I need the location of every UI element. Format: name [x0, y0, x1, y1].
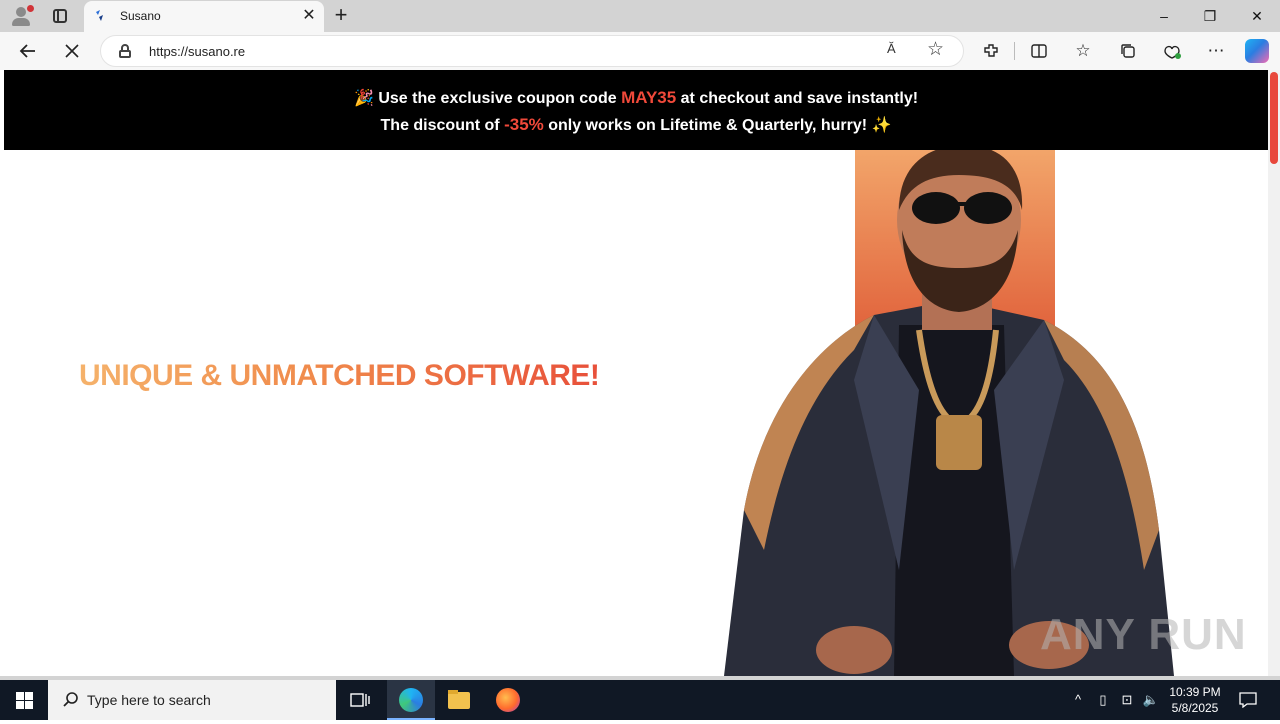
promo-line-1: 🎉 Use the exclusive coupon code MAY35 at… — [4, 88, 1268, 108]
file-explorer-icon[interactable] — [435, 680, 483, 720]
promo-line-2: The discount of -35% only works on Lifet… — [4, 115, 1268, 135]
clock-time: 10:39 PM — [1169, 685, 1221, 699]
system-clock[interactable]: 10:39 PM 5/8/2025 — [1160, 684, 1230, 716]
network-icon[interactable]: ⊡ — [1116, 680, 1138, 720]
browser-tab-susano[interactable]: Susano ✕ — [84, 1, 324, 32]
task-view-icon[interactable] — [336, 680, 384, 720]
favorite-star-icon[interactable]: ☆ — [927, 38, 944, 61]
promo-line-2-post: only works on Lifetime & Quarterly, hurr… — [548, 117, 868, 134]
page-viewport: 🎉 Use the exclusive coupon code MAY35 at… — [4, 70, 1268, 676]
windows-taskbar: Type here to search ^ ▯ ⊡ 🔈 10:39 PM 5/8… — [0, 680, 1280, 720]
tab-title: Susano — [120, 9, 161, 23]
split-screen-icon[interactable] — [1025, 37, 1053, 65]
tab-actions-icon[interactable] — [48, 5, 72, 27]
stop-loading-icon[interactable] — [58, 37, 86, 65]
profile-icon[interactable] — [8, 4, 34, 28]
url-text[interactable]: https://susano.re — [149, 44, 245, 59]
search-icon — [63, 692, 78, 707]
page-scrollbar[interactable] — [1268, 70, 1280, 676]
party-emoji-icon: 🎉 — [353, 90, 374, 107]
extensions-icon[interactable] — [977, 37, 1005, 65]
sparkles-emoji-icon: ✨ — [871, 117, 892, 134]
promo-line-1-pre: Use the exclusive coupon code — [378, 90, 617, 107]
copilot-icon[interactable] — [1245, 39, 1269, 63]
clock-date: 5/8/2025 — [1171, 701, 1219, 715]
back-arrow-icon[interactable] — [14, 37, 42, 65]
toolbar-divider — [1014, 42, 1015, 60]
coupon-code: MAY35 — [621, 88, 677, 107]
susano-favicon-icon — [96, 10, 103, 21]
anyrun-watermark: ANY RUN — [1040, 610, 1247, 659]
favorites-icon[interactable]: ☆ — [1069, 37, 1097, 65]
volume-icon[interactable]: 🔈 — [1140, 680, 1162, 720]
promo-line-1-post: at checkout and save instantly! — [680, 90, 919, 107]
close-window-button[interactable]: ✕ — [1234, 0, 1280, 32]
search-placeholder: Type here to search — [87, 692, 211, 708]
start-button[interactable] — [0, 680, 48, 720]
taskbar-search-box[interactable]: Type here to search — [48, 680, 336, 720]
scrollbar-thumb[interactable] — [1270, 72, 1278, 164]
tab-close-icon[interactable]: ✕ — [300, 7, 318, 25]
address-bar[interactable]: https://susano.re Ă ☆ — [100, 35, 964, 67]
notifications-icon[interactable] — [1236, 680, 1260, 720]
browser-toolbar: https://susano.re Ă ☆ ☆ ⋯ — [0, 32, 1280, 70]
restore-button[interactable]: ❐ — [1187, 0, 1233, 32]
hero-character-illustration — [724, 150, 1174, 676]
promo-line-2-pre: The discount of — [380, 117, 500, 134]
minimize-button[interactable]: – — [1141, 0, 1187, 32]
title-bar: Susano ✕ + – ❐ ✕ — [0, 0, 1280, 32]
collections-icon[interactable] — [1114, 37, 1142, 65]
browser-essentials-icon[interactable] — [1158, 37, 1186, 65]
promo-banner: 🎉 Use the exclusive coupon code MAY35 at… — [4, 70, 1268, 150]
discount-value: -35% — [504, 115, 544, 134]
hero-headline: UNIQUE & UNMATCHED SOFTWARE! — [79, 359, 600, 392]
lock-icon[interactable] — [119, 44, 131, 58]
device-icon[interactable]: ▯ — [1092, 680, 1114, 720]
edge-taskbar-icon[interactable] — [387, 680, 435, 720]
read-aloud-icon[interactable]: Ă — [887, 41, 896, 56]
new-tab-button[interactable]: + — [330, 4, 352, 26]
firefox-icon[interactable] — [484, 680, 532, 720]
show-hidden-icons-chevron-icon[interactable]: ^ — [1066, 680, 1090, 720]
more-menu-icon[interactable]: ⋯ — [1202, 37, 1230, 65]
